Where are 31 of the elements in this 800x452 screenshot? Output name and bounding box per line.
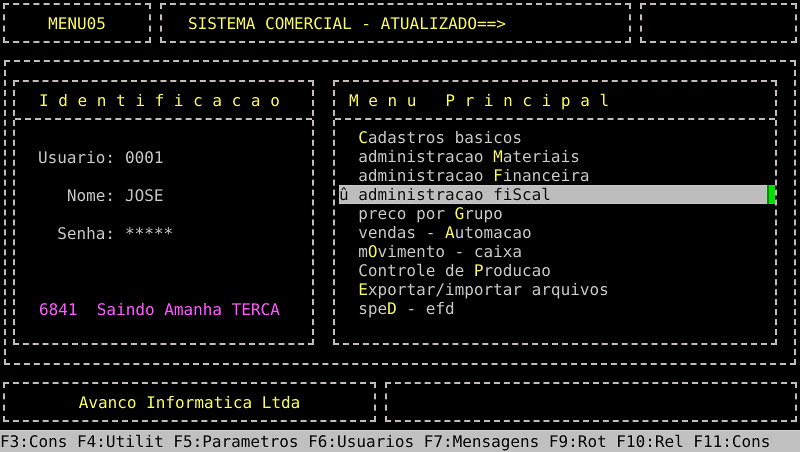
function-key[interactable]: F3:Cons xyxy=(0,432,68,450)
field-label: Senha: xyxy=(56,224,115,243)
function-key[interactable]: F6:Usuarios xyxy=(308,432,414,450)
function-key[interactable]: F9:Rot xyxy=(548,432,607,450)
program-code: MENU05 xyxy=(48,14,106,32)
function-key[interactable]: F10:Rel xyxy=(616,432,684,450)
menu-item[interactable]: vendas - Automacao xyxy=(339,223,769,242)
menu-item[interactable]: Controle de Producao xyxy=(339,261,769,280)
function-key[interactable]: F11:Cons xyxy=(693,432,770,450)
menu-item[interactable]: û administracao fiScal xyxy=(339,185,768,204)
menu-item[interactable]: preco por G rupo xyxy=(339,204,769,223)
panel-title: I d e n t i f i c a c a o xyxy=(38,90,280,110)
menu-item[interactable]: Exportar/importar arquivos xyxy=(339,280,769,299)
company-name: Avanco Informatica Ltda xyxy=(78,392,300,412)
menu-item[interactable]: Cadastros basicos xyxy=(339,128,769,147)
field-label: Nome: xyxy=(66,186,115,205)
field-value: JOSE xyxy=(125,186,165,205)
field-value: ***** xyxy=(125,224,174,243)
system-title: SISTEMA COMERCIAL - ATUALIZADO==> xyxy=(187,14,506,32)
status-message: 6841 Saindo Amanha TERCA xyxy=(39,300,281,319)
function-key[interactable]: F4:Utilit xyxy=(77,432,164,450)
menu-item[interactable]: mOvimento - caixa xyxy=(339,242,769,261)
function-key[interactable]: F5:Parametros xyxy=(173,432,299,450)
menu-item[interactable]: administracao Financeira xyxy=(339,166,769,185)
panel-title: M e n u P r i n c i p a l xyxy=(349,90,610,110)
menu-item[interactable]: administracao Materiais xyxy=(339,147,769,166)
field-label: Usuario: xyxy=(36,148,115,167)
menu-item[interactable]: speD - efd xyxy=(339,299,769,318)
function-key[interactable]: F7:Mensagens xyxy=(424,432,540,450)
selection-marker xyxy=(767,185,775,204)
field-value: 0001 xyxy=(125,148,165,167)
